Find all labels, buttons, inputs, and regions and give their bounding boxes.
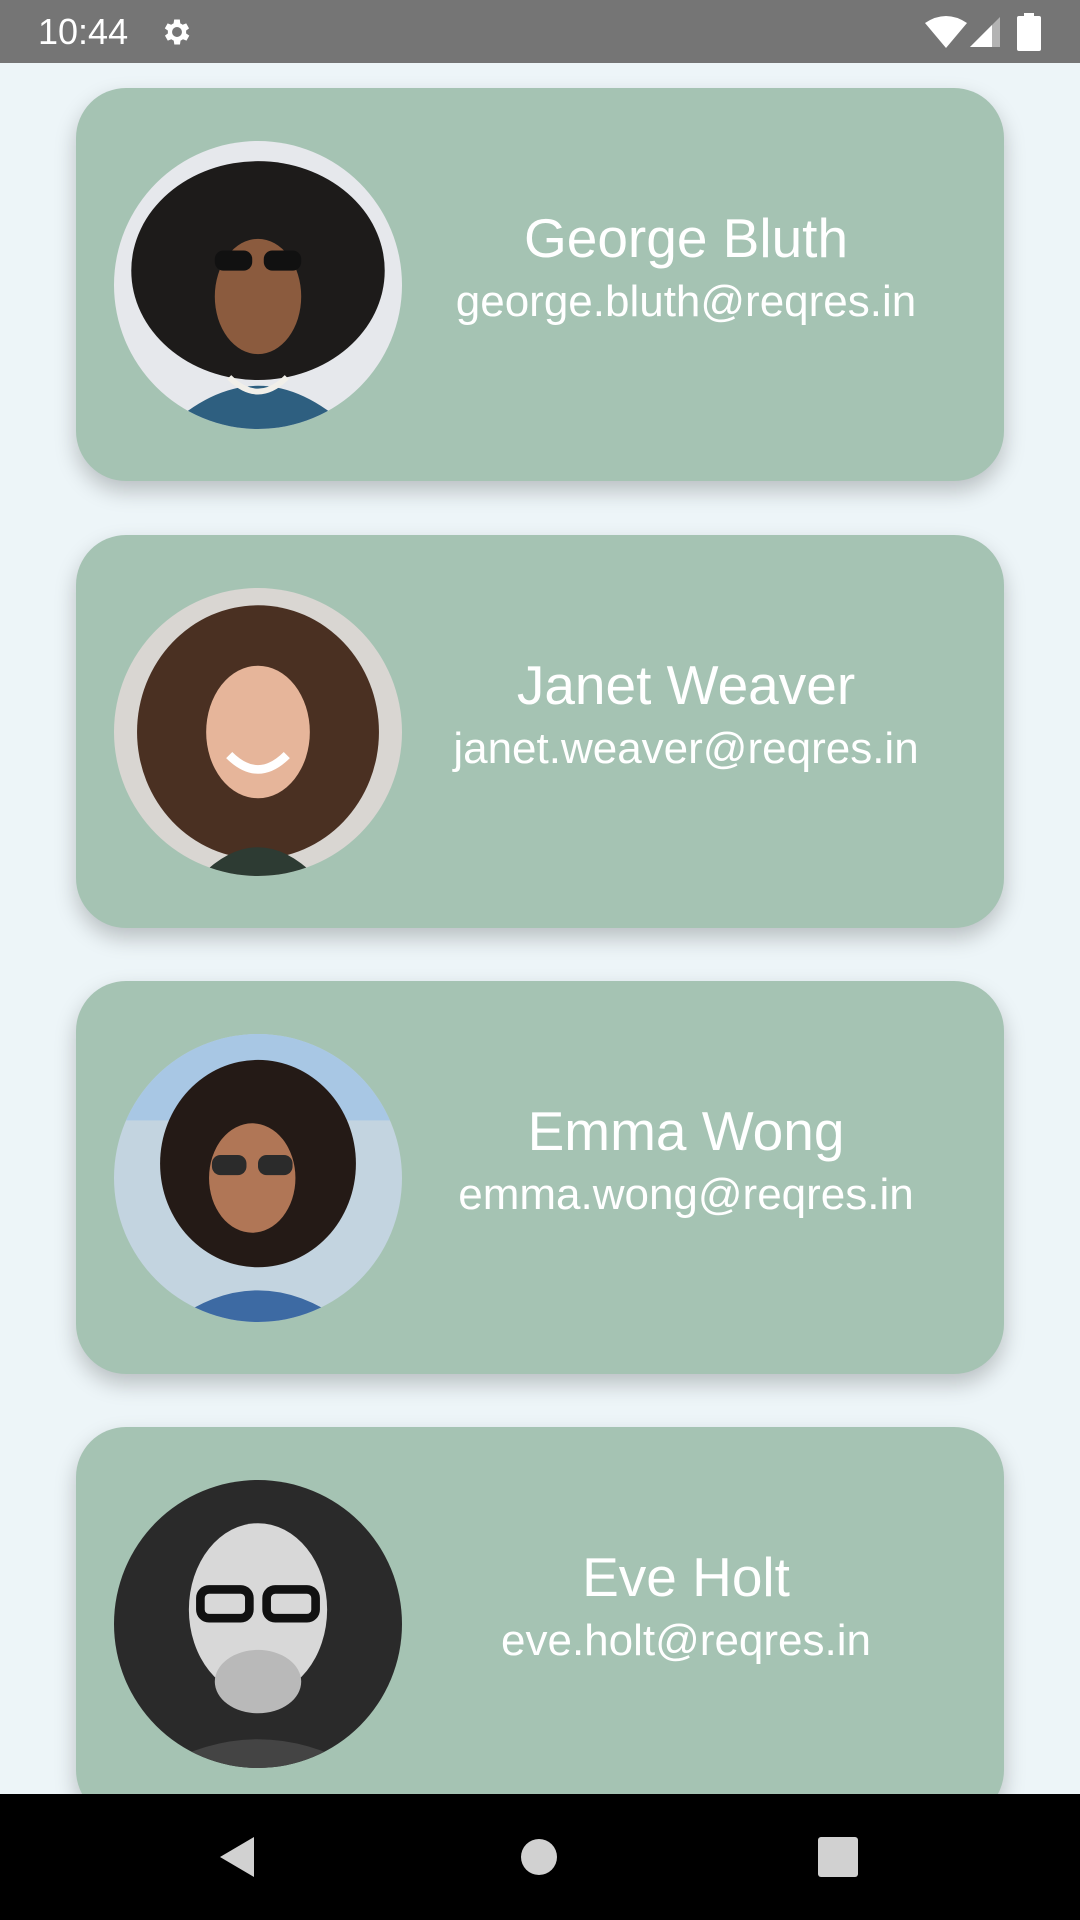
- status-bar: 10:44: [0, 0, 1080, 63]
- home-icon[interactable]: [511, 1829, 567, 1885]
- user-card[interactable]: Emma Wong emma.wong@reqres.in: [76, 981, 1004, 1374]
- user-info: George Bluth george.bluth@reqres.in: [436, 88, 936, 481]
- navigation-bar: [0, 1794, 1080, 1920]
- user-email: eve.holt@reqres.in: [501, 1615, 871, 1665]
- user-name: Emma Wong: [527, 1099, 845, 1162]
- cell-signal-icon: [968, 15, 1002, 49]
- user-name: Janet Weaver: [516, 653, 856, 716]
- user-card[interactable]: Eve Holt eve.holt@reqres.in: [76, 1427, 1004, 1794]
- user-info: Eve Holt eve.holt@reqres.in: [436, 1427, 936, 1794]
- user-info: Janet Weaver janet.weaver@reqres.in: [436, 535, 936, 928]
- avatar: [114, 588, 402, 876]
- avatar: [114, 141, 402, 429]
- avatar: [114, 1034, 402, 1322]
- user-email: janet.weaver@reqres.in: [453, 723, 919, 773]
- gear-icon: [160, 15, 194, 49]
- user-email: emma.wong@reqres.in: [458, 1169, 914, 1219]
- status-time: 10:44: [38, 11, 129, 52]
- user-card[interactable]: George Bluth george.bluth@reqres.in: [76, 88, 1004, 481]
- user-name: George Bluth: [523, 206, 849, 269]
- user-info: Emma Wong emma.wong@reqres.in: [436, 981, 936, 1374]
- avatar: [114, 1480, 402, 1768]
- user-card[interactable]: Janet Weaver janet.weaver@reqres.in: [76, 535, 1004, 928]
- recents-icon[interactable]: [810, 1829, 866, 1885]
- user-list[interactable]: George Bluth george.bluth@reqres.in Jane…: [0, 63, 1080, 1794]
- back-icon[interactable]: [210, 1829, 266, 1885]
- wifi-icon: [924, 15, 968, 49]
- user-email: george.bluth@reqres.in: [455, 276, 917, 326]
- battery-icon: [1017, 13, 1041, 51]
- user-name: Eve Holt: [582, 1545, 790, 1608]
